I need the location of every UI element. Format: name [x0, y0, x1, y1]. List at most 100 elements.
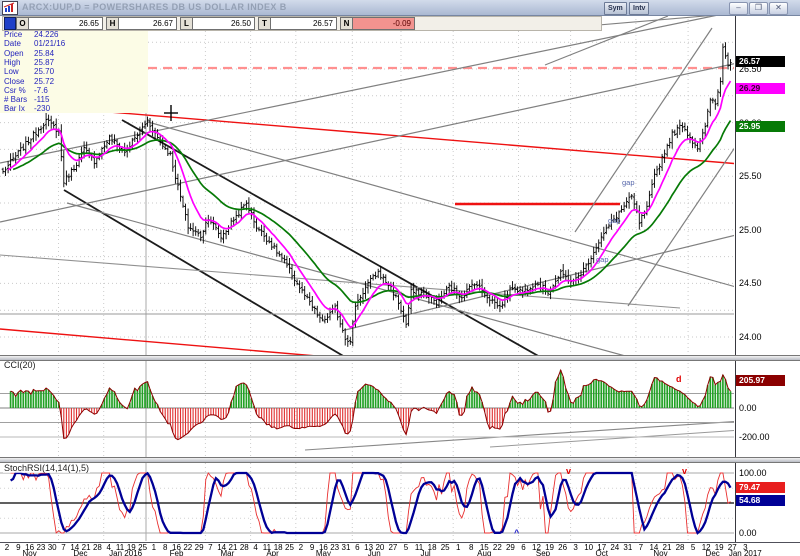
- stoch-annotation: v: [682, 466, 687, 476]
- time-month-label: Aug: [477, 549, 491, 556]
- gap-annotation: gap: [622, 178, 635, 187]
- stoch-annotation: v: [566, 466, 571, 476]
- time-tick: 25: [441, 543, 450, 552]
- time-month-label: Mar: [220, 549, 234, 556]
- stoch-axis-label: 0.00: [739, 528, 757, 538]
- time-tick: 24: [610, 543, 619, 552]
- data-window-row: Price24.226: [4, 30, 58, 39]
- time-tick: 30: [48, 543, 57, 552]
- data-window-row: Bar Ix-230: [4, 104, 50, 113]
- price-axis-label: 25.00: [739, 225, 762, 235]
- time-tick: 29: [506, 543, 515, 552]
- time-month-label: Jan 2016: [109, 549, 142, 556]
- time-month-label: Oct: [596, 549, 608, 556]
- price-axis-label: 24.50: [739, 278, 762, 288]
- data-window-row: Low25.70: [4, 67, 54, 76]
- time-axis[interactable]: 2916233071421284111925181622297142128411…: [0, 542, 800, 556]
- cursor-data-window: Price24.226Date01/21/16Open25.84High25.8…: [0, 29, 148, 113]
- data-window-value: 25.70: [34, 67, 54, 76]
- time-tick: 28: [93, 543, 102, 552]
- time-tick: 22: [493, 543, 502, 552]
- minimize-icon[interactable]: –: [729, 2, 748, 15]
- data-window-label: Low: [4, 67, 34, 76]
- window-title: ARCX:UUP,D = POWERSHARES DB US DOLLAR IN…: [22, 2, 287, 12]
- close-icon[interactable]: ✕: [769, 2, 788, 15]
- symbol-button[interactable]: Sym: [604, 2, 627, 15]
- time-tick: 31: [623, 543, 632, 552]
- time-tick: 2: [5, 543, 9, 552]
- stoch-annotation: ^: [514, 528, 519, 538]
- data-window-row: Close25.72: [4, 77, 54, 86]
- data-window-label: Open: [4, 49, 34, 58]
- gap-annotation: gap: [608, 216, 621, 225]
- data-window-value: 25.84: [34, 49, 54, 58]
- chart-window: ARCX:UUP,D = POWERSHARES DB US DOLLAR IN…: [0, 0, 800, 556]
- time-tick: 3: [573, 543, 577, 552]
- time-month-label: Jan 2017: [729, 549, 762, 556]
- restore-icon[interactable]: ❐: [749, 2, 768, 15]
- time-tick: 22: [183, 543, 192, 552]
- time-tick: 5: [691, 543, 695, 552]
- panel-splitter-stochrsi[interactable]: [0, 457, 800, 463]
- data-window-label: Bar Ix: [4, 104, 34, 113]
- time-month-label: Jun: [368, 549, 381, 556]
- data-window-value: 25.72: [34, 77, 54, 86]
- time-tick: 23: [36, 543, 45, 552]
- data-window-label: Csr %: [4, 86, 34, 95]
- time-tick: 1: [456, 543, 460, 552]
- quote-field-value-H: 26.67: [118, 17, 177, 30]
- time-tick: 9: [310, 543, 314, 552]
- time-tick: 2: [299, 543, 303, 552]
- data-window-value: -230: [34, 104, 50, 113]
- time-tick: 10: [584, 543, 593, 552]
- time-month-label: Jul: [420, 549, 430, 556]
- stochrsi-panel-label: StochRSI(14,14(1),5): [3, 463, 90, 473]
- data-window-row: Open25.84: [4, 49, 54, 58]
- time-tick: 25: [285, 543, 294, 552]
- window-titlebar[interactable]: ARCX:UUP,D = POWERSHARES DB US DOLLAR IN…: [0, 0, 800, 16]
- data-window-label: Price: [4, 30, 34, 39]
- quote-field-value-O: 26.65: [28, 17, 103, 30]
- time-month-label: Feb: [170, 549, 184, 556]
- data-window-label: Date: [4, 39, 34, 48]
- time-tick: 1: [152, 543, 156, 552]
- time-tick: 31: [342, 543, 351, 552]
- data-window-row: High25.87: [4, 58, 54, 67]
- data-window-value: 24.226: [34, 30, 58, 39]
- interval-button[interactable]: Intv: [629, 2, 649, 15]
- price-badge: 25.95: [736, 121, 785, 132]
- time-tick: 7: [208, 543, 212, 552]
- data-window-value: 01/21/16: [34, 39, 65, 48]
- price-badge: 26.29: [736, 83, 785, 94]
- time-tick: 8: [163, 543, 167, 552]
- time-month-label: Dec: [706, 549, 720, 556]
- time-tick: 7: [61, 543, 65, 552]
- time-tick: 6: [521, 543, 525, 552]
- time-tick: 6: [355, 543, 359, 552]
- time-tick: 28: [676, 543, 685, 552]
- panel-splitter-cci[interactable]: [0, 355, 800, 361]
- quote-field-value-T: 26.57: [270, 17, 337, 30]
- time-month-label: Sep: [536, 549, 550, 556]
- data-window-label: High: [4, 58, 34, 67]
- quote-bar-symbol-swatch: [4, 17, 16, 30]
- time-month-label: May: [316, 549, 331, 556]
- time-tick: 27: [388, 543, 397, 552]
- data-window-row: # Bars-115: [4, 95, 49, 104]
- time-tick: 28: [240, 543, 249, 552]
- time-tick: 26: [558, 543, 567, 552]
- price-axis-label: 25.50: [739, 171, 762, 181]
- data-window-label: # Bars: [4, 95, 34, 104]
- time-month-label: Nov: [22, 549, 36, 556]
- time-tick: 23: [330, 543, 339, 552]
- time-tick: 9: [16, 543, 20, 552]
- cci-value-badge: 205.97: [736, 375, 785, 386]
- gap-annotation: gap: [596, 255, 609, 264]
- cci-panel-label: CCI(20): [3, 360, 37, 370]
- cci-axis-label: 0.00: [739, 403, 757, 413]
- app-chart-icon: [2, 1, 18, 15]
- time-tick: 29: [195, 543, 204, 552]
- time-tick: 4: [253, 543, 257, 552]
- data-window-row: Date01/21/16: [4, 39, 65, 48]
- quote-field-value-L: 26.50: [192, 17, 255, 30]
